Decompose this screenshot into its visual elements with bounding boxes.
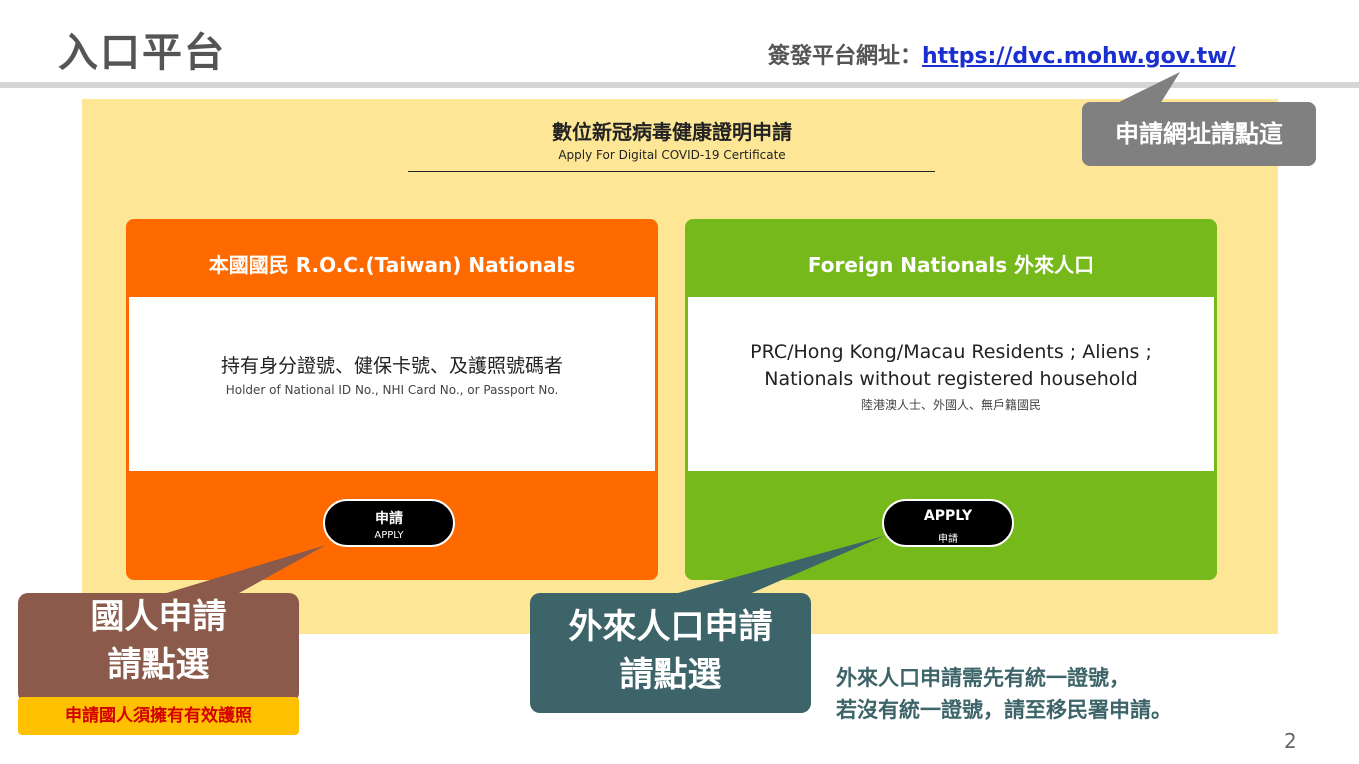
roc-hint-callout: 國人申請 請點選 — [18, 593, 299, 703]
foreign-callout-line1: 外來人口申請 — [568, 607, 773, 647]
foreign-callout-line2: 請點選 — [619, 655, 722, 695]
roc-callout-line1: 國人申請 — [90, 597, 227, 637]
roc-callout-tail — [150, 545, 326, 598]
foreign-hint-callout: 外來人口申請 請點選 — [530, 593, 811, 713]
roc-callout-line2: 請點選 — [107, 645, 210, 685]
foreign-callout-tail — [660, 536, 884, 598]
passport-requirement-note: 申請國人須擁有有效護照 — [18, 697, 299, 735]
top-callout-tail — [1115, 72, 1180, 104]
foreign-residence-note: 外來人口申請需先有統一證號， 若沒有統一證號，請至移民署申請。 — [836, 662, 1172, 726]
foreign-note-line1: 外來人口申請需先有統一證號， — [836, 666, 1130, 690]
page-number: 2 — [1284, 729, 1297, 753]
url-hint-callout: 申請網址請點這 — [1082, 102, 1316, 166]
foreign-note-line2: 若沒有統一證號，請至移民署申請。 — [836, 698, 1172, 722]
